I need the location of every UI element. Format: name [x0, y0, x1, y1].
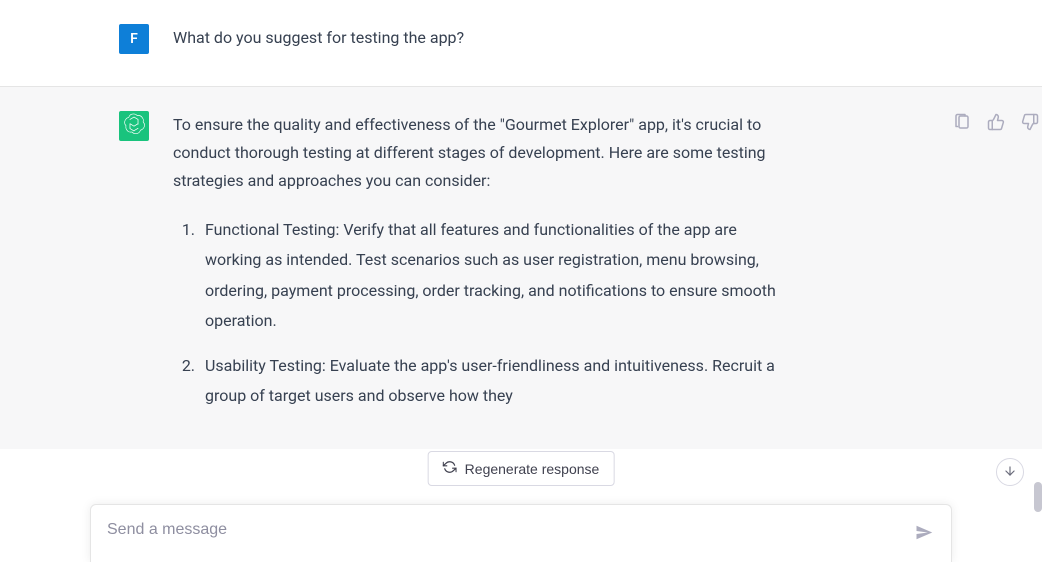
refresh-icon [443, 460, 457, 477]
list-item: Functional Testing: Verify that all feat… [199, 215, 793, 337]
message-input[interactable] [107, 521, 903, 539]
scrollbar-thumb[interactable] [1034, 482, 1042, 512]
regenerate-label: Regenerate response [465, 461, 600, 477]
user-message-row: F What do you suggest for testing the ap… [0, 0, 1042, 87]
regenerate-button[interactable]: Regenerate response [428, 451, 615, 486]
user-message-text: What do you suggest for testing the app? [173, 24, 793, 52]
assistant-intro-text: To ensure the quality and effectiveness … [173, 111, 793, 195]
clipboard-icon [953, 113, 971, 134]
user-message-content: What do you suggest for testing the app? [173, 24, 793, 54]
assistant-message-row: To ensure the quality and effectiveness … [0, 87, 1042, 449]
message-input-container [90, 504, 952, 562]
thumbs-down-icon [1021, 113, 1039, 134]
user-avatar-letter: F [130, 31, 138, 47]
send-button[interactable] [911, 519, 937, 548]
list-item: Usability Testing: Evaluate the app's us… [199, 351, 793, 412]
assistant-message-content: To ensure the quality and effectiveness … [173, 111, 793, 425]
assistant-list: Functional Testing: Verify that all feat… [173, 215, 793, 411]
thumbs-up-button[interactable] [985, 111, 1007, 136]
message-actions [951, 111, 1041, 136]
assistant-avatar [119, 111, 149, 141]
openai-logo-icon [123, 113, 145, 139]
copy-button[interactable] [951, 111, 973, 136]
user-avatar: F [119, 24, 149, 54]
input-area [0, 504, 1042, 562]
send-icon [915, 523, 933, 544]
scroll-to-bottom-button[interactable] [996, 458, 1024, 486]
arrow-down-icon [1003, 464, 1017, 481]
thumbs-up-icon [987, 113, 1005, 134]
thumbs-down-button[interactable] [1019, 111, 1041, 136]
